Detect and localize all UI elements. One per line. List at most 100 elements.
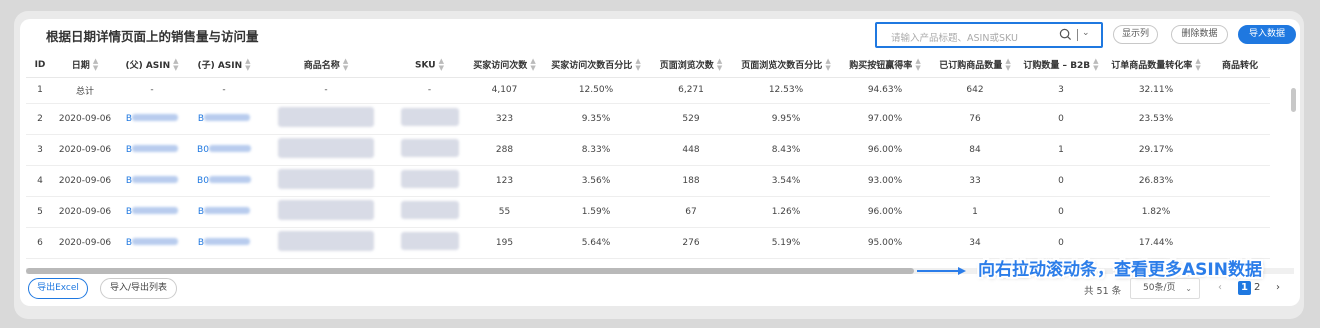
prev-page-button[interactable]: ‹ — [1218, 282, 1222, 293]
cell-b2b: 0 — [1020, 103, 1102, 135]
column-header-b2b[interactable]: 订购数量 – B2B ▲ ▼ — [1020, 53, 1102, 78]
search-icon[interactable] — [1059, 28, 1072, 41]
column-header-visits[interactable]: 买家访问次数 ▲ ▼ — [467, 53, 542, 78]
page-2-button[interactable]: 2 — [1254, 282, 1260, 293]
cell-ordered: 84 — [930, 134, 1020, 166]
column-header-conversion[interactable]: 订单商品数量转化率 ▲ ▼ — [1102, 53, 1210, 78]
column-header-visits-pct[interactable]: 买家访问次数百分比 ▲ ▼ — [542, 53, 650, 78]
scroll-hint-callout: 向右拉动滚动条，查看更多ASIN数据 — [978, 260, 1262, 280]
cell-product-name — [260, 196, 392, 228]
cell-id: 6 — [26, 227, 54, 259]
cell-child-asin[interactable]: B0 — [188, 165, 260, 197]
sort-icon[interactable]: ▲ ▼ — [915, 58, 920, 72]
import-export-list-button[interactable]: 导入/导出列表 — [100, 278, 177, 299]
next-page-button[interactable]: › — [1276, 282, 1280, 293]
cell-sku — [392, 103, 467, 135]
column-header-page-views-pct[interactable]: 页面浏览次数百分比 ▲ ▼ — [732, 53, 840, 78]
import-data-button[interactable]: 导入数据 — [1238, 25, 1296, 44]
sort-icon[interactable]: ▲ ▼ — [635, 58, 640, 72]
cell-conversion: 32.11% — [1102, 77, 1210, 104]
sort-icon[interactable]: ▲ ▼ — [1093, 58, 1098, 72]
cell-product-conversion — [1210, 103, 1270, 135]
cell-date: 2020-09-06 — [54, 165, 116, 197]
search-input[interactable]: 请输入产品标题、ASIN或SKU ⌄ — [875, 22, 1103, 48]
cell-child-asin[interactable]: B0 — [188, 134, 260, 166]
sort-icon[interactable]: ▲ ▼ — [173, 58, 178, 72]
vertical-scrollbar[interactable] — [1291, 88, 1296, 112]
cell-child-asin[interactable]: B — [188, 103, 260, 135]
cell-visits: 288 — [467, 134, 542, 166]
sort-icon[interactable]: ▲ ▼ — [825, 58, 830, 72]
cell-parent-asin[interactable]: B — [116, 227, 188, 259]
cell-visits-pct: 8.33% — [542, 134, 650, 166]
cell-page-views-pct: 12.53% — [732, 77, 840, 104]
page-1-button[interactable]: 1 — [1238, 281, 1251, 295]
horizontal-scrollbar[interactable] — [26, 268, 914, 274]
page-size-select[interactable]: 50条/页 ⌄ — [1130, 278, 1200, 299]
cell-product-name — [260, 103, 392, 135]
cell-conversion: 23.53% — [1102, 103, 1210, 135]
show-columns-button[interactable]: 显示列 — [1113, 25, 1158, 44]
cell-conversion: 1.82% — [1102, 196, 1210, 228]
cell-parent-asin[interactable]: B — [116, 103, 188, 135]
export-excel-button[interactable]: 导出Excel — [28, 278, 88, 299]
cell-page-views: 6,271 — [650, 77, 732, 104]
cell-id: 1 — [26, 77, 54, 104]
column-header-child-asin[interactable]: (子) ASIN ▲ ▼ — [188, 53, 260, 78]
sort-icon[interactable]: ▲ ▼ — [1005, 58, 1010, 72]
cell-parent-asin[interactable]: B — [116, 165, 188, 197]
cell-parent-asin[interactable]: B — [116, 134, 188, 166]
sort-icon[interactable]: ▲ ▼ — [343, 58, 348, 72]
sort-icon[interactable]: ▲ ▼ — [717, 58, 722, 72]
cell-ordered: 33 — [930, 165, 1020, 197]
arrow-right-icon — [917, 267, 966, 275]
column-header-sku[interactable]: SKU ▲ ▼ — [392, 53, 467, 78]
column-header-product-conversion[interactable]: 商品转化 — [1210, 53, 1270, 78]
cell-buybox: 97.00% — [840, 103, 930, 135]
cell-b2b: 0 — [1020, 227, 1102, 259]
column-header-page-views[interactable]: 页面浏览次数 ▲ ▼ — [650, 53, 732, 78]
cell-date: 2020-09-06 — [54, 196, 116, 228]
cell-buybox: 96.00% — [840, 134, 930, 166]
cell-product-conversion — [1210, 196, 1270, 228]
total-count: 共 51 条 — [1084, 286, 1122, 297]
cell-visits-pct: 5.64% — [542, 227, 650, 259]
column-header-date[interactable]: 日期 ▲ ▼ — [54, 53, 116, 78]
cell-product-conversion — [1210, 165, 1270, 197]
cell-visits-pct: 9.35% — [542, 103, 650, 135]
cell-product-conversion — [1210, 134, 1270, 166]
cell-page-views-pct: 8.43% — [732, 134, 840, 166]
sort-icon[interactable]: ▲ ▼ — [530, 58, 535, 72]
cell-id: 4 — [26, 165, 54, 197]
cell-page-views: 448 — [650, 134, 732, 166]
sort-icon[interactable]: ▲ ▼ — [1195, 58, 1200, 72]
cell-id: 5 — [26, 196, 54, 228]
sort-icon[interactable]: ▲ ▼ — [245, 58, 250, 72]
sort-icon[interactable]: ▲ ▼ — [439, 57, 444, 72]
cell-ordered: 34 — [930, 227, 1020, 259]
data-table: ID 日期 ▲ ▼ (父) ASIN ▲ ▼ (子) ASIN ▲ ▼ 商品名称 ▲ ▼ SKU… — [26, 53, 1270, 259]
sort-icon[interactable]: ▲ ▼ — [93, 58, 98, 72]
cell-child-asin[interactable]: B — [188, 196, 260, 228]
chevron-down-icon: ⌄ — [1185, 284, 1192, 293]
cell-b2b: 1 — [1020, 134, 1102, 166]
cell-product-conversion — [1210, 227, 1270, 259]
page-title: 根据日期详情页面上的销售量与访问量 — [46, 29, 259, 44]
column-header-ordered[interactable]: 已订购商品数量 ▲ ▼ — [930, 53, 1020, 78]
column-header-parent-asin[interactable]: (父) ASIN ▲ ▼ — [116, 53, 188, 78]
delete-data-button[interactable]: 删除数据 — [1171, 25, 1228, 44]
cell-product-name — [260, 134, 392, 166]
cell-child-asin[interactable]: B — [188, 227, 260, 259]
cell-conversion: 29.17% — [1102, 134, 1210, 166]
cell-conversion: 26.83% — [1102, 165, 1210, 197]
cell-parent-asin[interactable]: B — [116, 196, 188, 228]
cell-date: 总计 — [54, 77, 116, 104]
cell-visits: 4,107 — [467, 77, 542, 104]
cell-visits: 195 — [467, 227, 542, 259]
chevron-down-icon[interactable]: ⌄ — [1082, 28, 1090, 38]
cell-b2b: 0 — [1020, 196, 1102, 228]
column-header-buybox[interactable]: 购买按钮赢得率 ▲ ▼ — [840, 53, 930, 78]
column-header-product-name[interactable]: 商品名称 ▲ ▼ — [260, 53, 392, 78]
cell-visits-pct: 12.50% — [542, 77, 650, 104]
cell-page-views: 188 — [650, 165, 732, 197]
